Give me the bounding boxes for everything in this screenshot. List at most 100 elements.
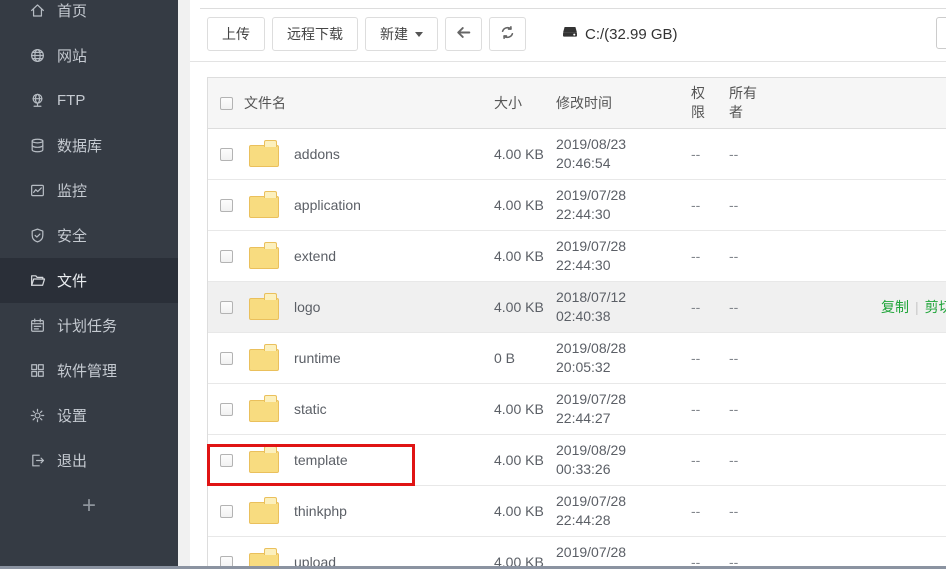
file-modified-date: 2019/08/23 [556, 135, 691, 154]
sidebar-item-logout[interactable]: 退出 [0, 438, 178, 483]
sidebar-item-software[interactable]: 软件管理 [0, 348, 178, 393]
sidebar-item-security[interactable]: 安全 [0, 213, 178, 258]
calendar-icon [28, 317, 46, 335]
table-row[interactable]: runtime 0 B 2019/08/28 20:05:32 -- -- [208, 333, 946, 384]
sidebar-item-label: 网站 [57, 45, 87, 66]
header-size: 大小 [494, 93, 556, 113]
file-name[interactable]: logo [294, 299, 494, 315]
file-modified: 2019/08/28 20:05:32 [556, 339, 691, 377]
globe-icon [28, 47, 46, 65]
row-checkbox[interactable] [220, 301, 233, 314]
sidebar-item-settings[interactable]: 设置 [0, 393, 178, 438]
disk-label: C:/(32.99 GB) [585, 26, 678, 43]
file-owner: -- [729, 299, 777, 315]
row-checkbox[interactable] [220, 148, 233, 161]
sidebar-item-label: FTP [57, 92, 85, 109]
file-name[interactable]: static [294, 401, 494, 417]
file-modified: 2019/07/28 22:44:28 [556, 492, 691, 530]
header-filename: 文件名 [244, 93, 494, 113]
file-modified-time: 02:40:38 [556, 307, 691, 326]
select-all-checkbox[interactable] [220, 97, 233, 110]
file-name[interactable]: addons [294, 146, 494, 162]
sidebar-item-label: 首页 [57, 0, 87, 21]
table-row[interactable]: extend 4.00 KB 2019/07/28 22:44:30 -- -- [208, 231, 946, 282]
file-modified-date: 2019/07/28 [556, 186, 691, 205]
sidebar-item-files[interactable]: 文件 [0, 258, 178, 303]
sidebar-item-home[interactable]: 首页 [0, 0, 178, 33]
folder-icon [249, 451, 279, 473]
file-size: 4.00 KB [494, 401, 556, 417]
file-modified-date: 2019/08/28 [556, 339, 691, 358]
file-name[interactable]: thinkphp [294, 503, 494, 519]
row-checkbox[interactable] [220, 454, 233, 467]
sidebar-item-cron[interactable]: 计划任务 [0, 303, 178, 348]
search-input[interactable] [936, 17, 946, 49]
new-button[interactable]: 新建 [365, 17, 438, 51]
row-checkbox[interactable] [220, 403, 233, 416]
sidebar-item-monitor[interactable]: 监控 [0, 168, 178, 213]
sidebar-item-label: 安全 [57, 225, 87, 246]
new-button-label: 新建 [380, 24, 408, 44]
sidebar-item-ftp[interactable]: FTP [0, 78, 178, 123]
action-cut-link[interactable]: 剪切 [925, 299, 946, 315]
disk-path-selector[interactable]: C:/(32.99 GB) [561, 23, 678, 45]
upload-button[interactable]: 上传 [207, 17, 265, 51]
file-modified-time: 22:44:30 [556, 256, 691, 275]
refresh-button[interactable] [489, 17, 526, 51]
file-owner: -- [729, 452, 777, 468]
file-modified: 2019/07/28 22:44:30 [556, 237, 691, 275]
table-row[interactable]: logo 4.00 KB 2018/07/12 02:40:38 -- -- 复… [208, 282, 946, 333]
file-name[interactable]: template [294, 452, 494, 468]
file-name[interactable]: runtime [294, 350, 494, 366]
database-icon [28, 137, 46, 155]
file-modified-date: 2019/07/28 [556, 237, 691, 256]
sidebar-add-button[interactable]: + [0, 483, 178, 528]
file-modified-time: 20:46:54 [556, 154, 691, 173]
file-permission: -- [691, 248, 729, 264]
folder-icon [249, 502, 279, 524]
top-divider [200, 8, 946, 9]
gear-icon [28, 407, 46, 425]
file-owner: -- [729, 503, 777, 519]
hard-drive-icon [561, 23, 585, 45]
header-permission: 权限 [691, 84, 729, 122]
table-row[interactable]: application 4.00 KB 2019/07/28 22:44:30 … [208, 180, 946, 231]
file-modified-date: 2019/07/28 [556, 543, 691, 562]
file-permission: -- [691, 197, 729, 213]
row-checkbox[interactable] [220, 250, 233, 263]
table-row[interactable]: addons 4.00 KB 2019/08/23 20:46:54 -- -- [208, 129, 946, 180]
file-owner: -- [729, 350, 777, 366]
header-modified: 修改时间 [556, 93, 691, 113]
toolbar-divider [190, 61, 946, 62]
row-checkbox[interactable] [220, 505, 233, 518]
action-copy-link[interactable]: 复制 [881, 299, 909, 315]
sidebar-item-label: 设置 [57, 405, 87, 426]
sidebar-item-label: 软件管理 [57, 360, 117, 381]
row-actions: 复制|剪切 [777, 297, 946, 317]
file-owner: -- [729, 146, 777, 162]
file-modified-time: 22:44:27 [556, 409, 691, 428]
table-row[interactable]: upload 4.00 KB 2019/07/28 22:44:28 -- -- [208, 537, 946, 569]
sidebar-item-website[interactable]: 网站 [0, 33, 178, 78]
table-row[interactable]: template 4.00 KB 2019/08/29 00:33:26 -- … [208, 435, 946, 486]
sidebar-item-database[interactable]: 数据库 [0, 123, 178, 168]
file-name[interactable]: extend [294, 248, 494, 264]
row-checkbox[interactable] [220, 199, 233, 212]
file-modified: 2019/08/23 20:46:54 [556, 135, 691, 173]
file-name[interactable]: application [294, 197, 494, 213]
folder-icon [249, 349, 279, 371]
file-permission: -- [691, 452, 729, 468]
file-owner: -- [729, 248, 777, 264]
shield-icon [28, 227, 46, 245]
file-size: 4.00 KB [494, 503, 556, 519]
file-modified-date: 2019/08/29 [556, 441, 691, 460]
sidebar-item-label: 计划任务 [57, 315, 117, 336]
sidebar-item-label: 文件 [57, 270, 87, 291]
table-row[interactable]: static 4.00 KB 2019/07/28 22:44:27 -- -- [208, 384, 946, 435]
back-button[interactable] [445, 17, 482, 51]
file-permission: -- [691, 299, 729, 315]
file-table-body: addons 4.00 KB 2019/08/23 20:46:54 -- --… [208, 129, 946, 569]
remote-download-button[interactable]: 远程下载 [272, 17, 358, 51]
table-row[interactable]: thinkphp 4.00 KB 2019/07/28 22:44:28 -- … [208, 486, 946, 537]
row-checkbox[interactable] [220, 352, 233, 365]
